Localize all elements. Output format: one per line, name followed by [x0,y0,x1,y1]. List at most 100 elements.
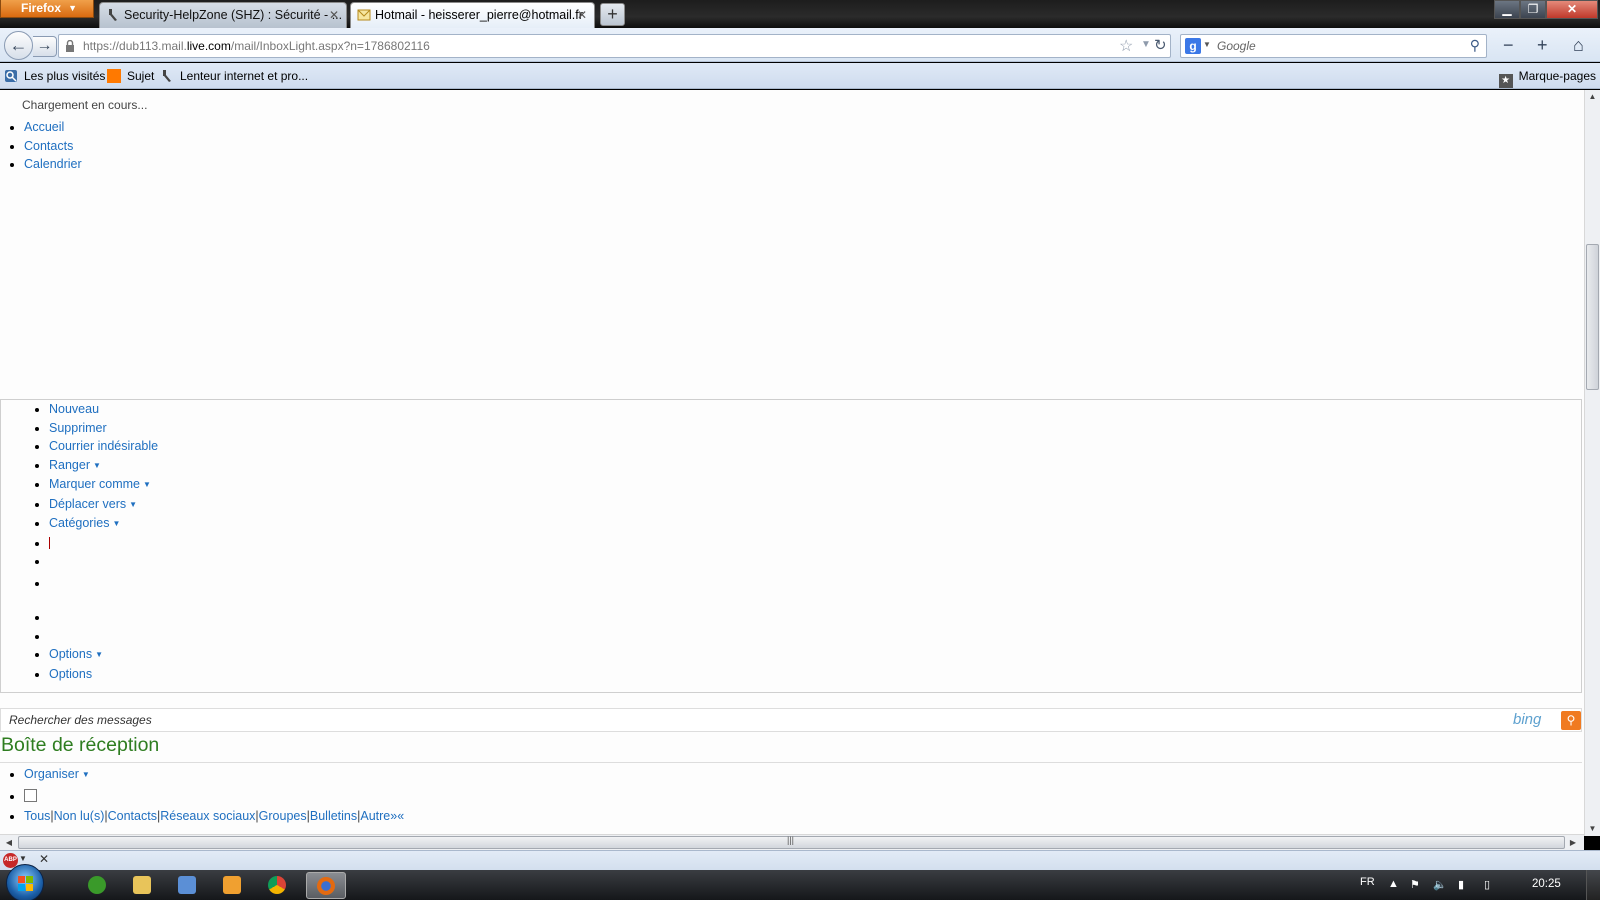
bookmark-sujet[interactable]: Sujet [107,63,154,89]
filter-social[interactable]: Réseaux sociaux [160,809,255,823]
google-icon[interactable]: g [1185,38,1201,54]
scroll-up-icon[interactable]: ▲ [1585,90,1600,104]
clock[interactable]: 20:25 [1532,878,1561,890]
start-button[interactable] [6,864,44,900]
horizontal-scrollbar[interactable]: ◀ ||| ▶ [0,834,1584,850]
close-icon[interactable]: ✕ [39,852,49,866]
list-item: Nouveau [49,400,158,419]
zoom-out-button[interactable]: − [1503,35,1514,56]
new-message-button[interactable]: Nouveau [49,402,99,416]
chevron-down-icon: ▼ [68,3,77,13]
search-bar[interactable]: g ▼ Google ⚲ [1180,34,1487,58]
tab-title: Hotmail - heisserer_pierre@hotmail.fr [375,8,583,22]
list-item: Courrier indésirable [49,437,158,456]
bookmark-most-visited[interactable]: Les plus visités [4,63,105,89]
utorrent-taskbar-button[interactable] [77,872,117,899]
filter-more[interactable]: »« [390,809,404,823]
network-signal-icon[interactable]: ▮ [1458,878,1464,891]
search-icon[interactable]: ⚲ [1561,711,1581,730]
list-item [49,627,158,646]
search-input[interactable]: Google [1217,35,1256,57]
grip-icon: ||| [787,835,795,845]
options-menu[interactable]: Options ▼ [49,647,103,661]
filter-other[interactable]: Autre [360,809,390,823]
reload-icon[interactable]: ↻ [1154,36,1167,54]
junk-button[interactable]: Courrier indésirable [49,439,158,453]
chevron-down-icon: ▼ [112,519,121,528]
language-indicator[interactable]: FR [1360,876,1375,888]
message-search-box[interactable]: Rechercher des messages bing ⚲ [0,708,1582,732]
volume-icon[interactable]: 🔈 [1433,878,1447,891]
select-all-checkbox[interactable] [24,788,37,802]
close-icon[interactable]: ✕ [329,3,339,28]
zoom-in-button[interactable]: + [1537,35,1548,56]
media-player-taskbar-button[interactable] [212,872,252,899]
history-dropdown-icon[interactable]: ▼ [1141,39,1151,50]
nav-link-calendar[interactable]: Calendrier [24,157,82,171]
scroll-left-icon[interactable]: ◀ [2,835,16,850]
battery-icon[interactable]: ▯ [1484,878,1490,891]
tab-title: Security-HelpZone (SHZ) : Sécurité - ... [124,8,343,22]
forward-button[interactable]: → [33,36,57,57]
filter-unread[interactable]: Non lu(s) [54,809,105,823]
explorer-taskbar-button[interactable] [122,872,162,899]
filter-groups[interactable]: Groupes [259,809,307,823]
options-link[interactable]: Options [49,667,92,681]
hotmail-icon [357,9,371,21]
list-item: Supprimer [49,419,158,438]
close-window-button[interactable]: ✕ [1546,0,1598,19]
home-icon[interactable]: ⌂ [1573,35,1584,56]
vertical-scrollbar[interactable]: ▲ ▼ [1584,90,1600,836]
organize-menu[interactable]: Organiser ▼ [24,767,90,781]
chevron-down-icon: ▼ [129,499,138,509]
page-content: Chargement en cours... Accueil Contacts … [0,90,1584,836]
firefox-taskbar-button[interactable] [306,872,346,899]
show-desktop-button[interactable] [1586,870,1600,900]
scrollbar-thumb[interactable] [1586,244,1599,390]
bookmark-lenteur-internet[interactable]: Lenteur internet et pro... [160,63,308,89]
sweep-menu[interactable]: Ranger ▼ [49,458,101,472]
app-taskbar-button[interactable] [167,872,207,899]
loading-text: Chargement en cours... [22,98,148,112]
back-button[interactable]: ← [4,31,33,60]
chevron-down-icon[interactable]: ▼ [19,854,27,863]
url-bar[interactable]: https://dub113.mail.live.com/mail/InboxL… [58,34,1171,58]
filter-newsletters[interactable]: Bulletins [310,809,357,823]
inbox-panel: Organiser▼ Tous|Non lu(s)|Contacts|Résea… [0,762,1582,836]
new-tab-button[interactable]: + [600,3,625,26]
scroll-down-icon[interactable]: ▼ [1585,822,1600,836]
scrollbar-thumb[interactable]: ||| [18,835,1565,849]
firefox-menu-button[interactable]: Firefox ▼ [0,0,94,18]
mark-as-menu[interactable]: Marquer comme ▼ [49,477,151,491]
bookmark-star-icon[interactable]: ☆ [1119,36,1133,56]
list-item: Ranger▼ [49,456,158,476]
chevron-down-icon[interactable]: ▼ [1203,40,1211,49]
restore-button[interactable]: ❐ [1520,0,1546,19]
chrome-taskbar-button[interactable] [257,872,297,899]
tab-security-helpzone[interactable]: Security-HelpZone (SHZ) : Sécurité - ...… [99,2,347,28]
firefox-icon [317,877,335,895]
bookmarks-menu-button[interactable]: ★ Marque-pages [1498,63,1596,89]
minimize-button[interactable]: ▁ [1494,0,1520,19]
arrow-right-icon: → [36,37,53,54]
list-item: Accueil [24,118,82,137]
tools-icon [109,9,117,21]
list-item [49,534,158,553]
magnifier-icon[interactable]: ⚲ [1470,37,1480,54]
filter-all[interactable]: Tous [24,809,50,823]
close-icon[interactable]: ✕ [577,3,587,28]
list-item [49,574,158,593]
move-to-menu[interactable]: Déplacer vers ▼ [49,497,137,511]
nav-link-contacts[interactable]: Contacts [24,139,73,153]
categories-menu[interactable]: Catégories ▼ [49,516,120,530]
tab-hotmail[interactable]: Hotmail - heisserer_pierre@hotmail.fr ✕ [350,2,595,28]
delete-button[interactable]: Supprimer [49,421,107,435]
show-hidden-icons-icon[interactable]: ▲ [1388,878,1399,890]
filter-contacts[interactable]: Contacts [108,809,157,823]
message-search-input[interactable]: Rechercher des messages [9,709,152,731]
nav-link-home[interactable]: Accueil [24,120,64,134]
action-center-flag-icon[interactable]: ⚑ [1410,878,1420,891]
page-title: Boîte de réception [1,734,160,756]
scroll-right-icon[interactable]: ▶ [1566,835,1580,850]
utorrent-icon [88,876,106,894]
